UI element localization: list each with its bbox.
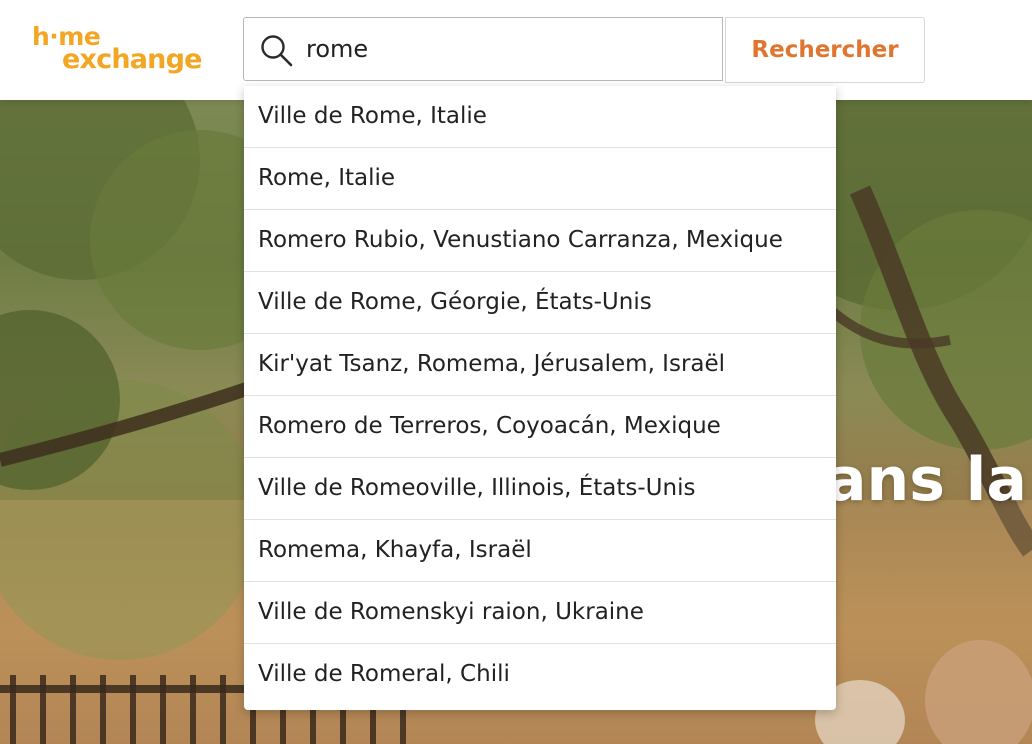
suggestion-item[interactable]: Ville de Rome, Italie	[244, 86, 836, 148]
hero-heading: ans la	[826, 445, 1027, 515]
suggestion-item[interactable]: Romema, Khayfa, Israël	[244, 520, 836, 582]
search-button[interactable]: Rechercher	[725, 17, 925, 83]
search-input[interactable]	[306, 28, 706, 70]
search-box[interactable]	[243, 17, 723, 81]
homeexchange-logo[interactable]: h·me exchange	[32, 22, 204, 78]
suggestion-item[interactable]: Romero de Terreros, Coyoacán, Mexique	[244, 396, 836, 458]
suggestion-item[interactable]: Ville de Romeral, Chili	[244, 644, 836, 705]
suggestion-item[interactable]: Ville de Rome, Géorgie, États-Unis	[244, 272, 836, 334]
autocomplete-dropdown: Ville de Rome, Italie Rome, Italie Romer…	[244, 86, 836, 710]
suggestion-item[interactable]: Romero Rubio, Venustiano Carranza, Mexiq…	[244, 210, 836, 272]
suggestion-item[interactable]: Ville de Romeoville, Illinois, États-Uni…	[244, 458, 836, 520]
logo-line-2: exchange	[62, 44, 202, 75]
suggestion-item[interactable]: Ville de Romenskyi raion, Ukraine	[244, 582, 836, 644]
suggestion-item[interactable]: Kir'yat Tsanz, Romema, Jérusalem, Israël	[244, 334, 836, 396]
top-header: h·me exchange Rechercher	[0, 0, 1032, 100]
search-icon	[261, 35, 293, 67]
suggestion-item[interactable]: Rome, Italie	[244, 148, 836, 210]
page: ans la h·me exchange Rechercher Ville de…	[0, 0, 1032, 744]
